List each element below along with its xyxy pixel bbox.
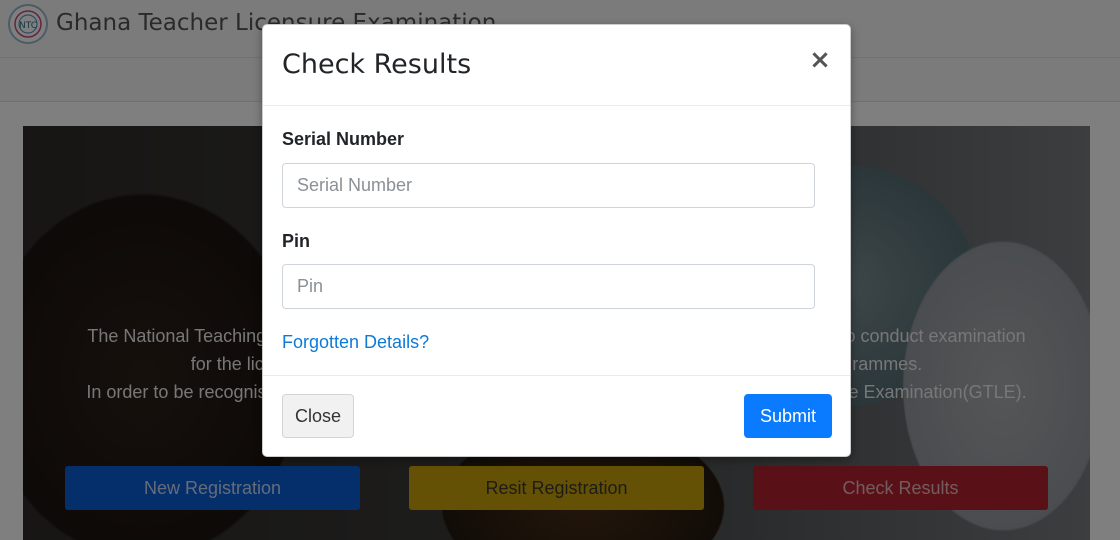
modal-header: Check Results × xyxy=(263,25,850,106)
pin-label: Pin xyxy=(282,231,311,251)
forgotten-details-link[interactable]: Forgotten Details? xyxy=(282,332,429,353)
serial-number-label: Serial Number xyxy=(282,129,405,149)
submit-button[interactable]: Submit xyxy=(744,394,832,438)
page: NTC Ghana Teacher Licensure Examination … xyxy=(0,0,1120,540)
modal-title: Check Results xyxy=(282,49,472,80)
close-button[interactable]: Close xyxy=(282,394,354,438)
modal-footer: Close Submit xyxy=(263,375,850,457)
check-results-modal: Check Results × Serial Number Pin Forgot… xyxy=(262,24,851,457)
serial-number-input[interactable] xyxy=(282,163,815,208)
close-icon[interactable]: × xyxy=(808,45,832,75)
pin-input[interactable] xyxy=(282,264,815,309)
